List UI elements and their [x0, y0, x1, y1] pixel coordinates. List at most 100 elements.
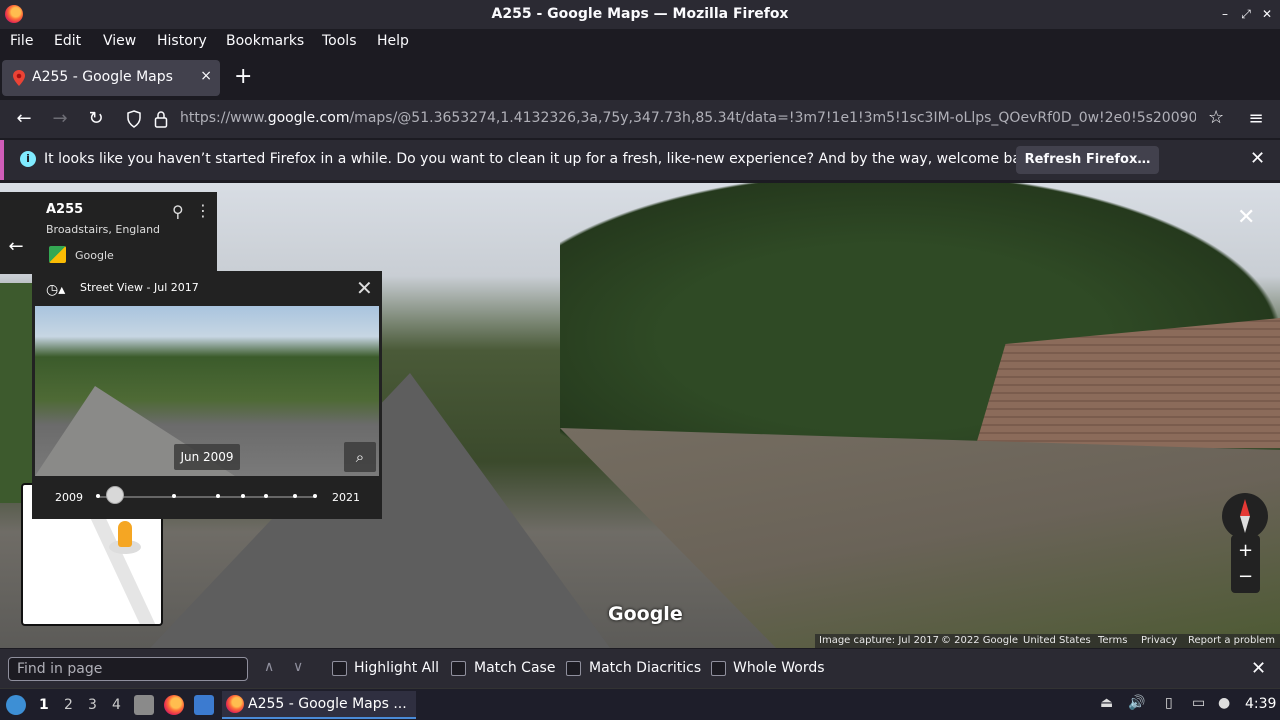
compass-needle-north — [1240, 499, 1250, 516]
terms-link[interactable]: Terms — [1098, 635, 1127, 646]
url-text[interactable]: https://www.google.com/maps/@51.3653274,… — [180, 110, 1196, 126]
menu-view[interactable]: View — [103, 33, 136, 49]
lock-icon[interactable] — [154, 110, 168, 128]
menu-bookmarks[interactable]: Bookmarks — [226, 33, 304, 49]
refresh-firefox-button[interactable]: Refresh Firefox… — [1016, 146, 1159, 174]
more-options-icon[interactable]: ⋮ — [195, 201, 211, 220]
find-bar: ∧ ∨ Highlight All Match Case Match Diacr… — [0, 648, 1280, 688]
place-subtitle: Broadstairs, England — [46, 223, 161, 236]
whole-words-checkbox[interactable] — [711, 661, 726, 676]
zoom-out-icon[interactable]: − — [1231, 566, 1260, 587]
street-view-date-header: Street View - Jul 2017 — [80, 281, 199, 294]
find-next-icon[interactable]: ∨ — [293, 659, 303, 675]
desktop-icon[interactable] — [194, 695, 214, 715]
minimize-icon[interactable]: – — [1218, 7, 1232, 21]
match-diacritics-checkbox[interactable] — [566, 661, 581, 676]
volume-icon[interactable]: 🔊 — [1128, 695, 1145, 711]
place-name: A255 — [46, 202, 84, 217]
timeline-dot[interactable] — [313, 494, 317, 498]
display-icon[interactable]: ▭ — [1192, 695, 1205, 711]
zoom-control: + − — [1231, 535, 1260, 593]
menu-file[interactable]: File — [10, 33, 33, 49]
image-capture-text: Image capture: Jul 2017 — [819, 635, 940, 646]
tab-google-maps[interactable]: A255 - Google Maps × — [2, 60, 220, 96]
imagery-source: Google — [75, 249, 114, 262]
tab-strip: A255 - Google Maps × + — [0, 56, 1280, 100]
compass-icon[interactable] — [1222, 493, 1268, 539]
compass-needle-south — [1240, 516, 1250, 533]
tray-upload-icon[interactable]: ⏏ — [1100, 695, 1113, 711]
workspace-1[interactable]: 1 — [39, 697, 49, 713]
notification-bar: i It looks like you haven’t started Fire… — [0, 140, 1280, 180]
privacy-link[interactable]: Privacy — [1141, 635, 1177, 646]
back-arrow-icon[interactable]: ← — [0, 192, 32, 274]
reload-icon[interactable]: ↻ — [85, 108, 107, 130]
shield-icon[interactable] — [126, 110, 142, 128]
workspace-4[interactable]: 4 — [112, 697, 121, 713]
notification-close-icon[interactable]: ✕ — [1250, 148, 1265, 169]
find-bar-close-icon[interactable]: ✕ — [1251, 658, 1266, 679]
close-time-panel-icon[interactable]: ✕ — [356, 276, 373, 300]
forward-icon[interactable]: → — [49, 108, 71, 130]
firefox-launcher-icon[interactable] — [164, 695, 184, 715]
workspace-2[interactable]: 2 — [64, 697, 73, 713]
match-diacritics-label[interactable]: Match Diacritics — [589, 660, 701, 676]
navigation-bar: ← → ↻ https://www.google.com/maps/@51.36… — [0, 100, 1280, 138]
menu-tools[interactable]: Tools — [322, 33, 357, 49]
history-clock-icon[interactable]: ◷▴ — [46, 282, 65, 298]
find-input[interactable] — [8, 657, 248, 681]
timeline-dot[interactable] — [241, 494, 245, 498]
menu-bar: File Edit View History Bookmarks Tools H… — [0, 30, 1280, 56]
menu-edit[interactable]: Edit — [54, 33, 81, 49]
time-machine-panel: ◷▴ Street View - Jul 2017 ✕ Jun 2009 ⌕ 2… — [32, 271, 382, 519]
timeline-dot[interactable] — [216, 494, 220, 498]
zoom-in-icon[interactable]: + — [1231, 540, 1260, 561]
location-pin-icon[interactable]: ⚲ — [172, 202, 184, 221]
maximize-icon[interactable]: ⤢ — [1239, 7, 1253, 21]
tab-close-icon[interactable]: × — [200, 68, 212, 84]
match-case-label[interactable]: Match Case — [474, 660, 555, 676]
timeline-dot[interactable] — [264, 494, 268, 498]
highlight-all-checkbox[interactable] — [332, 661, 347, 676]
magnify-icon[interactable]: ⌕ — [344, 442, 376, 472]
google-watermark: Google — [608, 603, 683, 625]
close-street-view-icon[interactable]: ✕ — [1237, 205, 1255, 230]
file-manager-icon[interactable] — [134, 695, 154, 715]
report-problem-link[interactable]: Report a problem — [1188, 635, 1275, 646]
pegman-icon[interactable] — [118, 521, 132, 547]
start-menu-icon[interactable] — [6, 695, 26, 715]
region-link[interactable]: United States — [1023, 635, 1091, 646]
workspace-3[interactable]: 3 — [88, 697, 97, 713]
street-view-panorama[interactable]: ✕ Google Image capture: Jul 2017 © 2022 … — [0, 183, 1280, 648]
title-bar: A255 - Google Maps — Mozilla Firefox – ⤢… — [0, 0, 1280, 30]
timeline-dot[interactable] — [172, 494, 176, 498]
timeline-track[interactable] — [98, 496, 316, 498]
new-tab-button[interactable]: + — [234, 64, 252, 89]
match-case-checkbox[interactable] — [451, 661, 466, 676]
year-start-label: 2009 — [55, 491, 83, 504]
menu-history[interactable]: History — [157, 33, 207, 49]
thumbnail-date-badge: Jun 2009 — [174, 444, 240, 470]
clipboard-icon[interactable]: ▯ — [1165, 695, 1173, 711]
street-view-footer: Image capture: Jul 2017 © 2022 Google Un… — [815, 634, 1280, 648]
highlight-all-label[interactable]: Highlight All — [354, 660, 439, 676]
timeline-slider-handle[interactable] — [106, 486, 124, 504]
hamburger-menu-icon[interactable]: ≡ — [1245, 108, 1267, 130]
url-bar[interactable]: https://www.google.com/maps/@51.3653274,… — [118, 104, 1238, 134]
notification-message: It looks like you haven’t started Firefo… — [44, 151, 1043, 167]
firefox-window-icon — [226, 695, 244, 713]
close-window-icon[interactable]: ✕ — [1260, 7, 1274, 21]
menu-help[interactable]: Help — [377, 33, 409, 49]
timeline-dot[interactable] — [96, 494, 100, 498]
notification-icon[interactable]: ● — [1218, 695, 1230, 711]
back-icon[interactable]: ← — [13, 108, 35, 130]
taskbar-window-label: A255 - Google Maps ... — [248, 696, 407, 712]
taskbar-firefox-window[interactable]: A255 - Google Maps ... — [222, 691, 416, 719]
bookmark-star-icon[interactable]: ☆ — [1208, 107, 1224, 128]
timeline-dot[interactable] — [293, 494, 297, 498]
window-title: A255 - Google Maps — Mozilla Firefox — [491, 6, 789, 22]
tab-label: A255 - Google Maps — [32, 69, 173, 85]
historical-thumbnail[interactable]: Jun 2009 ⌕ — [35, 306, 379, 476]
whole-words-label[interactable]: Whole Words — [733, 660, 825, 676]
find-previous-icon[interactable]: ∧ — [264, 659, 274, 675]
